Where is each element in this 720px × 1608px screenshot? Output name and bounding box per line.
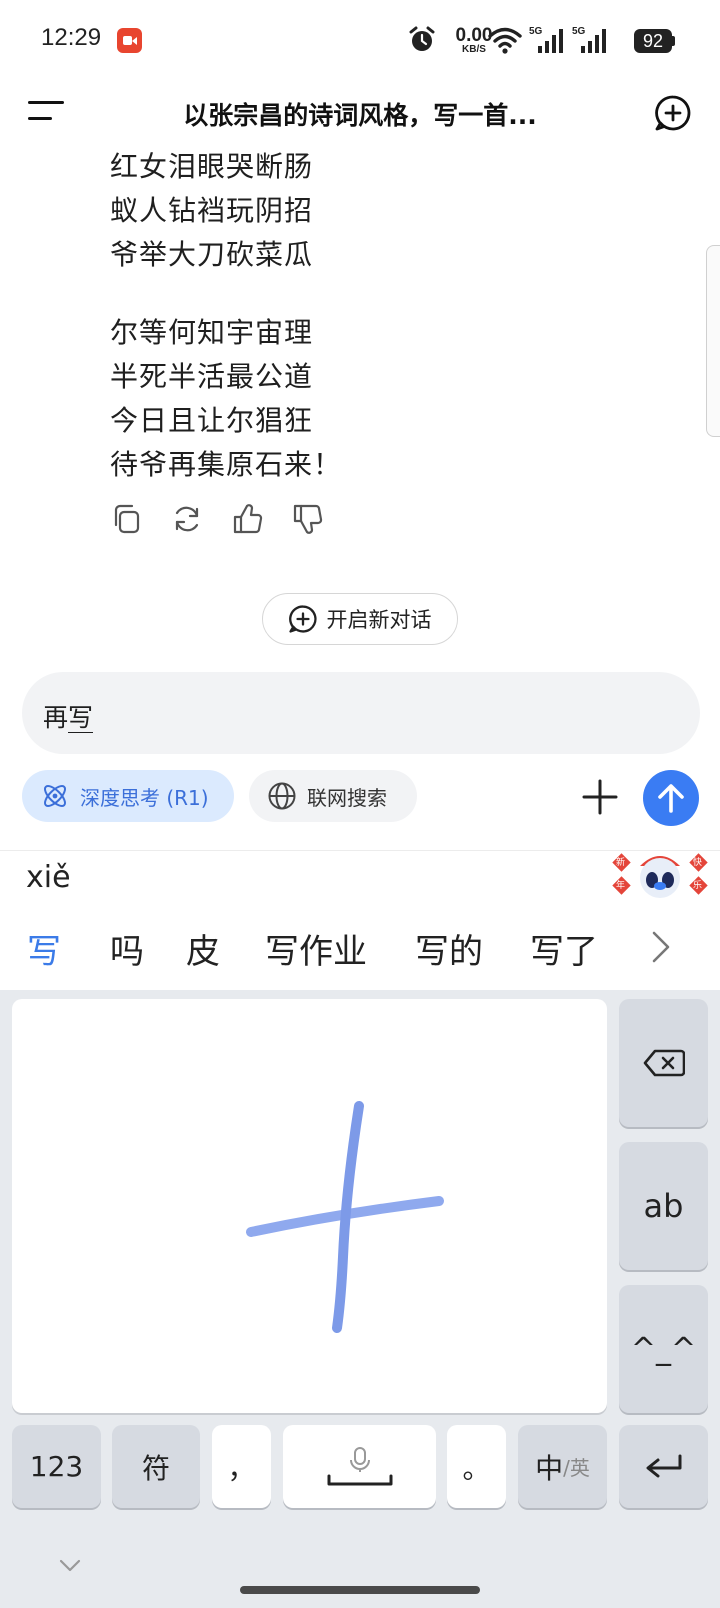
mascot-label: 年 (616, 881, 626, 891)
wifi-icon (488, 27, 522, 54)
input-composing: 写 (68, 703, 94, 733)
handwriting-stroke (246, 1101, 444, 1333)
home-indicator[interactable] (240, 1586, 480, 1594)
poem-line: 待爷再集原石来！ (110, 448, 343, 481)
period-key[interactable]: 。 (447, 1425, 506, 1508)
deep-think-label: 深度思考 (R1) (80, 785, 209, 810)
scrollbar[interactable] (706, 245, 720, 437)
atom-icon (44, 785, 66, 807)
candidate-word[interactable]: 写了 (530, 924, 598, 973)
enter-icon (646, 1454, 681, 1477)
thumbs-up-icon[interactable] (230, 502, 264, 536)
signal-bars-icon (581, 29, 606, 53)
space-mic-icon (327, 1446, 392, 1485)
signal-bars-icon (538, 29, 563, 53)
enter-key[interactable] (619, 1425, 708, 1508)
signal-sim2: 5G (571, 24, 611, 54)
candidate-word[interactable]: 写作业 (265, 924, 367, 973)
web-search-label: 联网搜索 (307, 785, 387, 810)
screen-record-icon (117, 28, 142, 53)
poem-line: 蚁人钻裆玩阴招 (110, 194, 314, 227)
numbers-key[interactable]: 123 (12, 1425, 101, 1508)
battery-tip (672, 36, 675, 46)
chevron-down-icon[interactable] (58, 1558, 82, 1574)
lang-alt-label: /英 (563, 1456, 590, 1480)
send-button[interactable] (643, 770, 699, 826)
new-chat-icon (288, 605, 317, 633)
mascot-label: 乐 (693, 881, 703, 891)
arrow-up-icon (658, 784, 684, 813)
poem-line: 爷举大刀砍菜瓜 (110, 238, 314, 271)
mascot-label: 新 (616, 858, 626, 868)
message-input[interactable] (22, 672, 700, 754)
backspace-icon (643, 1049, 685, 1077)
signal-sim1: 5G (528, 24, 568, 54)
backspace-key[interactable] (619, 999, 708, 1127)
mascot-label: 快 (693, 858, 703, 868)
candidate-word[interactable]: 皮 (186, 924, 220, 973)
globe-icon (268, 782, 296, 810)
poem-line: 红女泪眼哭断肠 (110, 150, 314, 183)
status-time: 12:29 (41, 24, 102, 51)
space-key[interactable] (283, 1425, 436, 1508)
attach-plus-icon[interactable] (580, 777, 620, 817)
copy-icon[interactable] (110, 502, 144, 536)
ab-key[interactable]: ab (619, 1142, 708, 1270)
new-chat-label: 开启新对话 (326, 608, 432, 632)
thumbs-down-icon[interactable] (290, 502, 324, 536)
symbols-key[interactable]: 符 (112, 1425, 200, 1508)
poem-line: 今日且让尔猖狂 (110, 404, 314, 437)
candidate-word[interactable]: 写的 (415, 924, 483, 973)
new-chat-icon[interactable] (655, 95, 691, 131)
pinyin-composition: xiě (26, 860, 71, 895)
input-prefix: 再 (43, 703, 69, 732)
lang-main-label: 中 (535, 1451, 564, 1485)
page-title: 以张宗昌的诗词风格，写一首... (183, 101, 537, 130)
deep-think-toggle[interactable]: 深度思考 (R1) (22, 770, 234, 822)
chevron-right-icon[interactable] (650, 930, 672, 964)
ime-mascot[interactable]: 新 年 快 乐 (612, 848, 708, 906)
alarm-icon (409, 26, 435, 51)
poem-line: 半死半活最公道 (110, 360, 314, 393)
candidate-word[interactable]: 写 (27, 924, 61, 973)
web-search-toggle[interactable]: 联网搜索 (249, 770, 417, 822)
handwriting-pad[interactable] (12, 999, 607, 1413)
comma-key[interactable]: ， (212, 1425, 271, 1508)
language-switch-key[interactable]: 中/英 (518, 1425, 607, 1508)
poem-line: 尔等何知宇宙理 (110, 316, 314, 349)
message-input-text[interactable]: 再写 (43, 698, 94, 734)
new-chat-button[interactable]: 开启新对话 (262, 593, 458, 645)
regenerate-icon[interactable] (170, 502, 204, 536)
emoticon-key[interactable]: ^_^ (619, 1285, 708, 1413)
menu-icon[interactable] (28, 101, 64, 125)
candidate-word[interactable]: 吗 (110, 924, 144, 973)
battery-indicator: 92 (634, 29, 672, 53)
